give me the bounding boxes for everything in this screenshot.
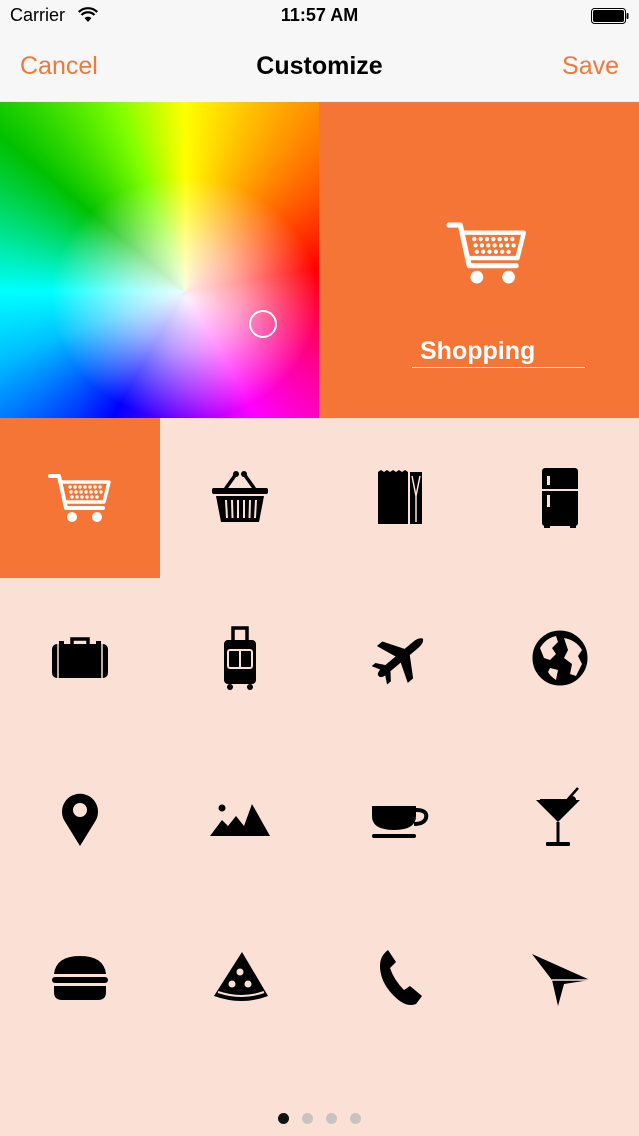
icon-option-coffee-cup[interactable]: [320, 738, 480, 898]
navigation-bar: Cancel Customize Save: [0, 32, 639, 102]
icon-option-suitcase[interactable]: [160, 578, 320, 738]
page-indicator: [0, 1113, 639, 1124]
icon-option-briefcase[interactable]: [0, 578, 160, 738]
page-dot-1[interactable]: [278, 1113, 289, 1124]
page-dot-2[interactable]: [302, 1113, 313, 1124]
paper-bag-icon: [378, 470, 422, 524]
pizza-slice-icon: [214, 952, 268, 1001]
category-name-input[interactable]: [412, 336, 585, 368]
icon-grid: [0, 418, 639, 1058]
paper-plane-icon: [532, 954, 590, 1006]
icon-option-mountains[interactable]: [160, 738, 320, 898]
shopping-cart-icon: [446, 222, 527, 284]
status-time: 11:57 AM: [280, 5, 359, 25]
icon-option-refrigerator[interactable]: [480, 418, 639, 578]
color-picker[interactable]: [0, 102, 319, 418]
phone-icon: [380, 950, 422, 1005]
page-dot-4[interactable]: [350, 1113, 361, 1124]
icon-option-cocktail[interactable]: [480, 738, 639, 898]
map-pin-icon: [62, 793, 98, 846]
icon-option-shopping-cart[interactable]: [0, 418, 160, 578]
save-button[interactable]: Save: [562, 52, 619, 81]
cocktail-icon: [536, 787, 580, 846]
category-preview: [319, 102, 639, 418]
color-picker-handle[interactable]: [249, 310, 277, 338]
suitcase-icon: [224, 626, 256, 690]
icon-option-shopping-basket[interactable]: [160, 418, 320, 578]
coffee-cup-icon: [372, 806, 429, 838]
icon-option-paper-bag[interactable]: [320, 418, 480, 578]
icon-option-airplane[interactable]: [320, 578, 480, 738]
shopping-basket-icon: [212, 471, 268, 522]
globe-icon: [532, 630, 588, 686]
icon-option-hamburger[interactable]: [0, 898, 160, 1058]
icon-option-phone[interactable]: [320, 898, 480, 1058]
mountains-icon: [210, 804, 270, 836]
status-bar: Carrier 11:57 AM: [0, 0, 639, 32]
briefcase-icon: [52, 637, 108, 678]
hamburger-icon: [52, 956, 108, 1000]
icon-option-pizza-slice[interactable]: [160, 898, 320, 1058]
icon-option-paper-plane[interactable]: [480, 898, 639, 1058]
shopping-cart-icon: [48, 474, 111, 522]
icon-option-map-pin[interactable]: [0, 738, 160, 898]
refrigerator-icon: [542, 468, 578, 528]
battery-icon: [591, 8, 629, 24]
airplane-icon: [371, 638, 424, 685]
icon-option-globe[interactable]: [480, 578, 639, 738]
page-dot-3[interactable]: [326, 1113, 337, 1124]
color-picker-saturation-overlay: [0, 102, 319, 418]
page-title: Customize: [256, 52, 383, 80]
